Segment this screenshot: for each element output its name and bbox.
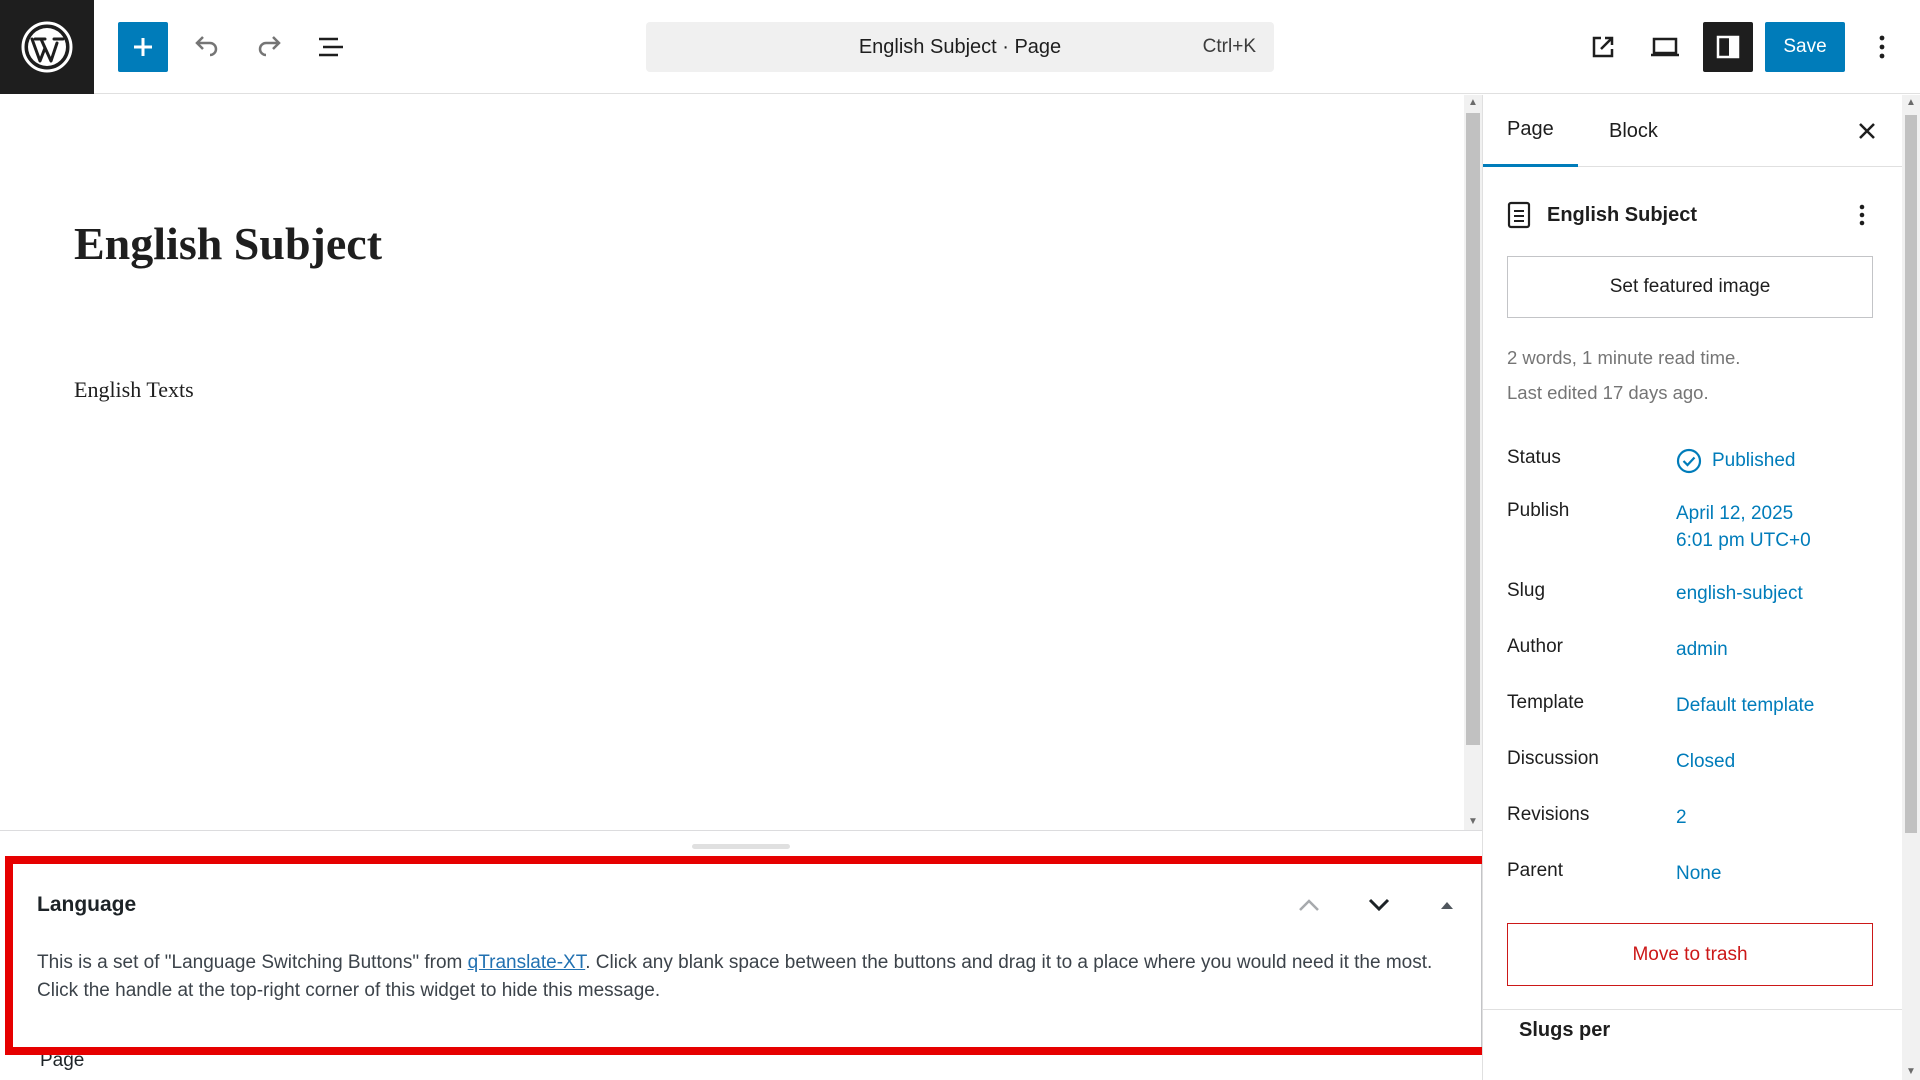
last-edited-info: Last edited 17 days ago.: [1507, 382, 1709, 403]
scroll-down-arrow-icon[interactable]: ▼: [1464, 814, 1482, 830]
canvas-scrollbar-thumb[interactable]: [1466, 113, 1480, 745]
preview-button[interactable]: [1640, 22, 1690, 72]
discussion-label: Discussion: [1507, 748, 1599, 769]
sidebar-scroll-up-icon[interactable]: ▲: [1902, 95, 1920, 111]
settings-sidebar: Page Block English Subject Set featured …: [1482, 95, 1903, 1080]
post-title[interactable]: English Subject: [74, 217, 382, 270]
canvas-scrollbar[interactable]: ▲ ▼: [1464, 95, 1482, 830]
view-page-button[interactable]: [1578, 22, 1628, 72]
command-center-bar[interactable]: English Subject · Page Ctrl+K: [646, 22, 1274, 72]
revisions-value[interactable]: 2: [1676, 804, 1687, 831]
list-view-icon: [319, 37, 343, 57]
publish-date: April 12, 2025: [1676, 503, 1794, 524]
author-label: Author: [1507, 636, 1563, 657]
redo-button[interactable]: [244, 22, 294, 72]
settings-toggle-button[interactable]: [1703, 22, 1753, 72]
meta-boxes-resize-handle[interactable]: [692, 844, 790, 849]
page-meta-box-label: Page: [40, 1050, 85, 1071]
sidebar-scrollbar-thumb[interactable]: [1905, 115, 1917, 833]
status-value: Published: [1712, 450, 1796, 471]
editor-canvas[interactable]: English Subject English Texts: [0, 95, 1464, 830]
toggle-panel-button[interactable]: [1427, 885, 1467, 925]
language-box-title: Language: [37, 893, 137, 916]
sidebar-tabs: Page Block: [1483, 95, 1903, 167]
parent-label: Parent: [1507, 860, 1563, 881]
author-value[interactable]: admin: [1676, 636, 1728, 663]
tab-page[interactable]: Page: [1483, 95, 1578, 167]
revisions-label: Revisions: [1507, 804, 1590, 825]
close-sidebar-button[interactable]: [1847, 111, 1887, 151]
publish-date-button[interactable]: April 12, 2025 6:01 pm UTC+0: [1676, 500, 1811, 554]
document-card: English Subject: [1507, 195, 1877, 235]
undo-icon: [195, 36, 218, 57]
undo-button[interactable]: [182, 22, 232, 72]
set-featured-image-button[interactable]: Set featured image: [1507, 256, 1873, 318]
sidebar-icon: [1716, 35, 1740, 59]
template-value[interactable]: Default template: [1676, 692, 1814, 719]
publish-time: 6:01 pm UTC+0: [1676, 530, 1811, 551]
shortcut-hint: Ctrl+K: [1202, 36, 1256, 57]
page-icon: [1507, 201, 1531, 229]
language-meta-box: Language This is a set of "Language Swit…: [12, 862, 1482, 1048]
redo-icon: [258, 36, 281, 57]
slug-label: Slug: [1507, 580, 1546, 601]
scroll-up-arrow-icon[interactable]: ▲: [1464, 95, 1482, 111]
move-to-trash-button[interactable]: Move to trash: [1507, 923, 1873, 986]
close-icon: [1859, 123, 1875, 139]
caret-up-icon: [1441, 902, 1453, 909]
tab-block[interactable]: Block: [1585, 95, 1682, 167]
move-up-button[interactable]: [1289, 885, 1329, 925]
document-actions-button[interactable]: [1847, 195, 1877, 235]
external-link-icon: [1592, 36, 1614, 58]
discussion-value[interactable]: Closed: [1676, 748, 1735, 775]
save-button[interactable]: Save: [1765, 22, 1845, 72]
add-block-button[interactable]: [118, 22, 168, 72]
language-box-description: This is a set of "Language Switching But…: [37, 949, 1457, 1005]
publish-label: Publish: [1507, 500, 1570, 521]
parent-value[interactable]: None: [1676, 860, 1721, 887]
paragraph-block[interactable]: English Texts: [74, 377, 194, 403]
desktop-preview-icon: [1651, 37, 1679, 57]
sidebar-scrollbar[interactable]: ▲ ▼: [1902, 95, 1920, 1080]
options-menu-button[interactable]: [1858, 22, 1906, 72]
move-down-button[interactable]: [1359, 885, 1399, 925]
word-count-info: 2 words, 1 minute read time.: [1507, 347, 1741, 368]
editor-header: English Subject · Page Ctrl+K Save: [0, 0, 1920, 94]
slug-value[interactable]: english-subject: [1676, 580, 1803, 607]
status-value-button[interactable]: Published: [1676, 447, 1795, 474]
plus-icon: [134, 38, 152, 56]
description-text-start: This is a set of "Language Switching But…: [37, 952, 468, 973]
slugs-panel-title[interactable]: Slugs per: [1519, 1019, 1610, 1042]
more-vertical-icon: [1879, 35, 1885, 59]
template-label: Template: [1507, 692, 1585, 713]
chevron-up-icon: [1299, 899, 1319, 911]
document-overview-button[interactable]: [306, 22, 356, 72]
qtranslate-link[interactable]: qTranslate-XT: [468, 952, 586, 973]
document-card-title: English Subject: [1547, 203, 1698, 226]
sidebar-divider: [1483, 1009, 1903, 1010]
status-label: Status: [1507, 447, 1561, 468]
sidebar-scroll-down-icon[interactable]: ▼: [1902, 1064, 1920, 1080]
published-check-icon: [1676, 448, 1702, 473]
more-vertical-icon: [1859, 204, 1865, 226]
wordpress-logo-icon[interactable]: [0, 0, 94, 94]
chevron-down-icon: [1368, 898, 1390, 912]
document-title: English Subject · Page: [858, 35, 1062, 58]
